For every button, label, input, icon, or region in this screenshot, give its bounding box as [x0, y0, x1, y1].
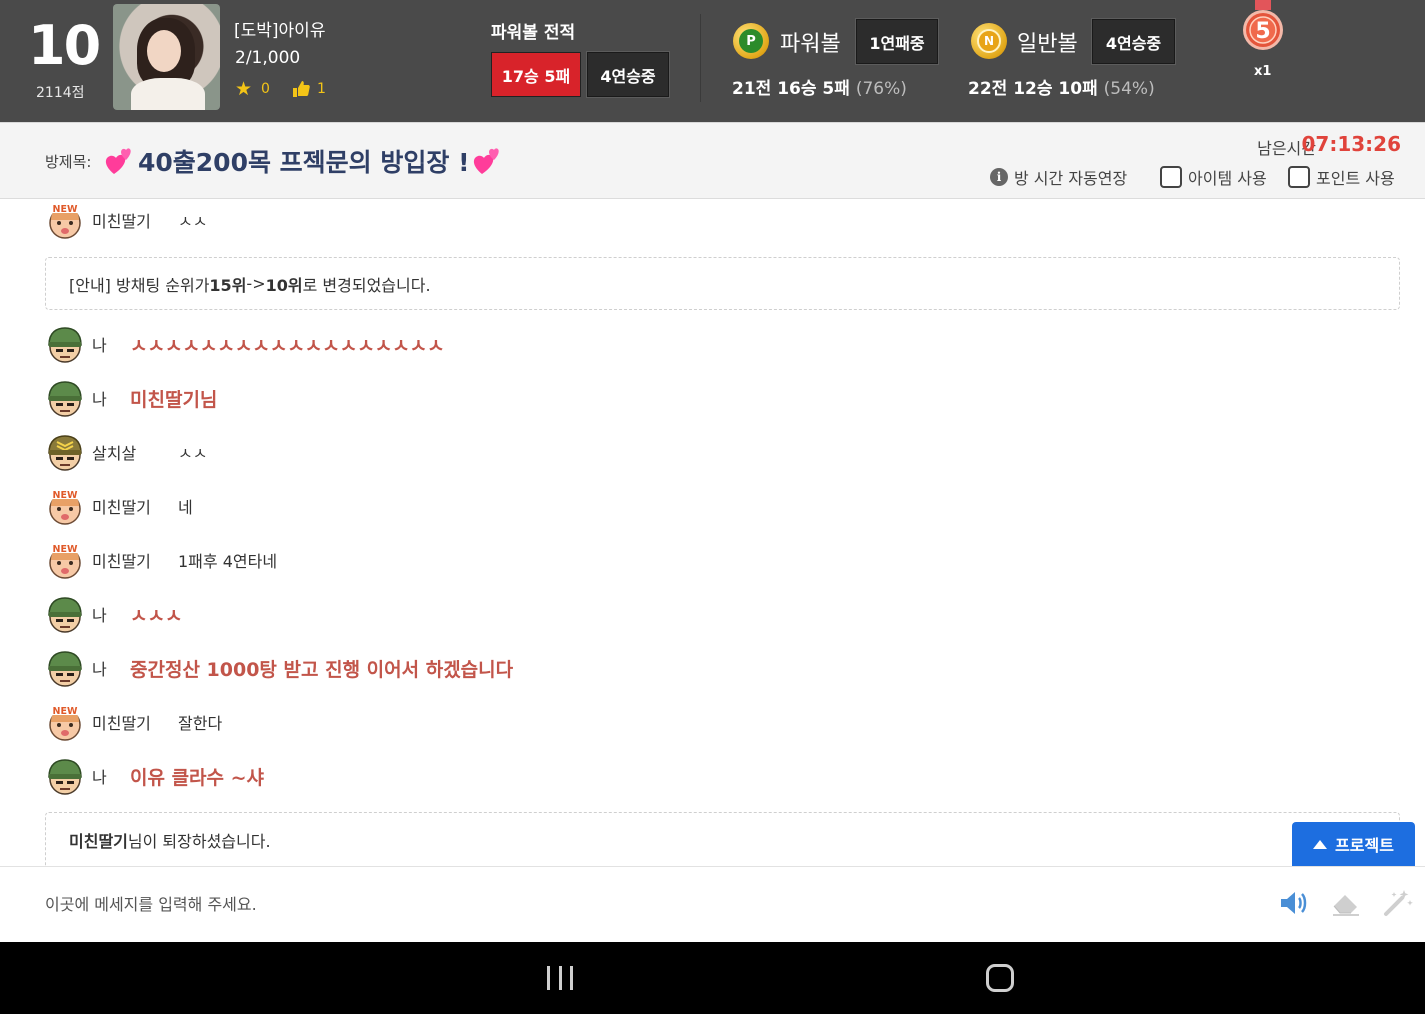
chat-text: ㅅㅅ — [178, 212, 208, 231]
star-count: ★ 0 — [235, 78, 270, 100]
level-soldier-icon — [45, 378, 85, 418]
chat-nickname[interactable]: 나 — [92, 764, 130, 788]
normalball-icon: N — [971, 23, 1007, 59]
chat-text: ㅅㅅ — [178, 444, 208, 463]
level-soldier-icon — [45, 324, 85, 364]
divider — [700, 14, 701, 102]
magic-wand-icon[interactable] — [1380, 885, 1416, 921]
level-new-icon: NEW — [45, 200, 85, 240]
powerball-icon: P — [733, 23, 769, 59]
chat-message: 살치살 ㅅㅅ — [45, 432, 207, 472]
room-header: 방제목: 40출200목 프젝문의 방입장 ! 남은시간 07:13:26 i … — [0, 122, 1425, 199]
chat-message: NEW 미친딸기 1패후 4연타네 — [45, 540, 277, 580]
rank-change-notice: [안내] 방채팅 순위가 15위 -> 10위 로 변경되었습니다. — [45, 257, 1400, 310]
medal-icon: 5 — [1243, 0, 1283, 50]
chat-message: NEW 미친딸기 네 — [45, 486, 193, 526]
chat-area[interactable]: NEW 미친딸기 ㅅㅅ 나 ㅅㅅㅅㅅㅅㅅㅅㅅㅅㅅㅅㅅㅅㅅㅅㅅㅅㅅ 나 미친딸기님 살치살 ㅅㅅ N… — [0, 199, 1425, 866]
chat-nickname[interactable]: 나 — [92, 386, 130, 410]
heart-icon — [473, 148, 499, 174]
profile-avatar[interactable] — [113, 4, 220, 110]
message-input[interactable] — [45, 887, 1245, 921]
user-money: 2/1,000 — [235, 48, 301, 68]
recent-apps-button[interactable] — [547, 966, 573, 990]
chat-nickname[interactable]: 나 — [92, 602, 130, 626]
svg-text:NEW: NEW — [53, 544, 78, 555]
chat-message: 나 이유 클라수 ~샤 — [45, 756, 264, 796]
chat-nickname[interactable]: 미친딸기 — [92, 710, 178, 734]
leave-notice: 미친딸기 님이 퇴장하셨습니다. — [45, 812, 1400, 866]
chat-nickname[interactable]: 미친딸기 — [92, 494, 178, 518]
heart-icon — [105, 148, 131, 174]
level-sergeant-icon — [45, 432, 85, 472]
chat-message: 나 미친딸기님 — [45, 378, 217, 418]
svg-text:5: 5 — [1255, 19, 1270, 44]
chat-text: 네 — [178, 498, 193, 517]
chat-nickname[interactable]: 미친딸기 — [92, 208, 178, 232]
chat-message: 나 ㅅㅅㅅ — [45, 594, 182, 634]
sound-icon[interactable] — [1276, 885, 1312, 921]
level-soldier-icon — [45, 648, 85, 688]
like-count: 1 — [291, 79, 326, 99]
chat-text: 1패후 4연타네 — [178, 552, 278, 571]
room-title-label: 방제목: — [45, 153, 92, 171]
powerball-streak-badge: 4연승중 — [586, 51, 670, 98]
use-item-option[interactable]: 아이템 사용 — [1160, 165, 1267, 189]
chat-message: NEW 미친딸기 잘한다 — [45, 702, 222, 742]
rank-number: 10 — [28, 14, 101, 77]
top-bar: 10 2114점 [도박]아이유 2/1,000 ★ 0 1 파워볼 전적 17… — [0, 0, 1425, 122]
chat-nickname[interactable]: 미친딸기 — [92, 548, 178, 572]
svg-text:NEW: NEW — [53, 490, 78, 501]
auto-extend-option[interactable]: i 방 시간 자동연장 — [990, 165, 1127, 189]
chat-text: ㅅㅅㅅㅅㅅㅅㅅㅅㅅㅅㅅㅅㅅㅅㅅㅅㅅㅅ — [130, 334, 445, 357]
level-soldier-icon — [45, 756, 85, 796]
arrow-up-icon — [1313, 839, 1328, 849]
level-new-icon: NEW — [45, 540, 85, 580]
chat-message: NEW 미친딸기 ㅅㅅ — [45, 200, 207, 240]
normalball-name: 일반볼 — [1017, 32, 1078, 57]
level-new-icon: NEW — [45, 702, 85, 742]
use-item-checkbox[interactable] — [1160, 166, 1182, 188]
chat-message: 나 ㅅㅅㅅㅅㅅㅅㅅㅅㅅㅅㅅㅅㅅㅅㅅㅅㅅㅅ — [45, 324, 445, 364]
chat-text: 잘한다 — [178, 714, 223, 733]
level-soldier-icon — [45, 594, 85, 634]
medal-count: x1 — [1254, 64, 1272, 79]
powerball-record-badge: 17승 5패 — [491, 52, 581, 97]
star-icon: ★ — [235, 78, 253, 100]
chat-nickname[interactable]: 살치살 — [92, 440, 178, 464]
chat-nickname[interactable]: 나 — [92, 656, 130, 680]
powerball-record-title: 파워볼 전적 — [491, 23, 576, 43]
home-button[interactable] — [986, 964, 1014, 992]
use-point-checkbox[interactable] — [1288, 166, 1310, 188]
chat-nickname[interactable]: 나 — [92, 332, 130, 356]
chat-text: 미친딸기님 — [130, 388, 218, 411]
use-point-option[interactable]: 포인트 사용 — [1288, 165, 1395, 189]
powerball-streak: 1연패중 — [855, 18, 939, 65]
level-new-icon: NEW — [45, 486, 85, 526]
normalball-streak: 4연승중 — [1091, 18, 1176, 65]
rank-points: 2114점 — [36, 85, 85, 101]
chat-message: 나 중간정산 1000탕 받고 진행 이어서 하겠습니다 — [45, 648, 513, 688]
project-button[interactable]: 프로젝트 — [1292, 822, 1415, 866]
svg-text:NEW: NEW — [53, 204, 78, 215]
user-name[interactable]: [도박]아이유 — [234, 16, 325, 41]
chat-text: 이유 클라수 ~샤 — [130, 766, 265, 789]
eraser-icon[interactable] — [1328, 885, 1364, 921]
info-icon[interactable]: i — [990, 168, 1008, 186]
thumbs-up-icon — [293, 81, 310, 97]
room-title: 40출200목 프젝문의 방입장 ! — [104, 143, 504, 179]
remaining-time-value: 07:13:26 — [1301, 132, 1402, 156]
chat-text: 중간정산 1000탕 받고 진행 이어서 하겠습니다 — [130, 658, 514, 681]
chat-text: ㅅㅅㅅ — [130, 604, 183, 627]
normalball-stats: 22전 12승 10패 (54%) — [968, 79, 1155, 99]
powerball-stats: 21전 16승 5패 (76%) — [732, 79, 907, 99]
powerball-name: 파워볼 — [780, 32, 841, 57]
svg-text:NEW: NEW — [53, 706, 78, 717]
system-nav-bar — [0, 942, 1425, 1014]
message-input-bar — [0, 866, 1425, 942]
